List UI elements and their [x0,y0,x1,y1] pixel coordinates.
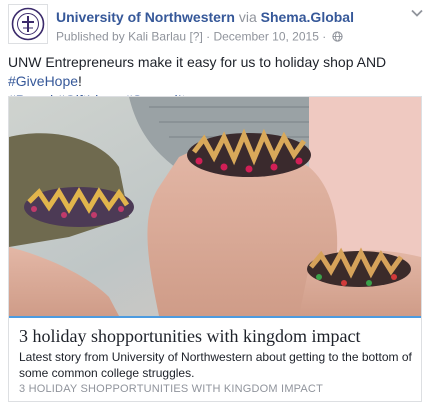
bracelet-left [24,187,134,227]
via-label: via [238,9,257,25]
load-progress-fill [9,316,421,318]
post-date-link[interactable]: December 10, 2015 [213,29,318,43]
via-page-link[interactable]: Shema.Global [261,9,354,25]
hashtag-givehope[interactable]: #GiveHope [8,73,78,89]
university-seal-icon [11,7,45,41]
bracelet-middle [187,128,311,177]
author-name: Kali Barlau [128,29,187,44]
post-meta: Published by Kali Barlau [?] · December … [56,29,343,44]
page-avatar[interactable] [8,4,48,44]
page-name-link[interactable]: University of Northwestern [56,9,235,25]
link-caption: 3 HOLIDAY SHOPPORTUNITIES WITH KINGDOM I… [19,383,323,395]
link-description: Latest story from University of Northwes… [19,350,412,380]
globe-icon[interactable] [331,31,343,42]
meta-separator: · [206,29,211,44]
link-title[interactable]: 3 holiday shopportunities with kingdom i… [19,325,414,347]
load-progress-bar [9,316,421,318]
published-by-label: Published by [56,29,125,44]
preview-image[interactable] [9,97,421,316]
post-headline: University of Northwestern via Shema.Glo… [56,9,354,26]
link-preview-card[interactable]: 3 holiday shopportunities with kingdom i… [8,96,422,402]
chevron-down-icon[interactable] [410,6,424,20]
bracelet-right [307,247,411,287]
meta-separator-2: · [322,29,327,44]
message-exclamation: ! [78,73,82,89]
message-text: UNW Entrepreneurs make it easy for us to… [8,54,387,70]
facebook-post: University of Northwestern via Shema.Glo… [0,0,432,414]
post-header: University of Northwestern via Shema.Glo… [8,4,424,48]
help-marker-link[interactable]: [?] [189,29,202,43]
